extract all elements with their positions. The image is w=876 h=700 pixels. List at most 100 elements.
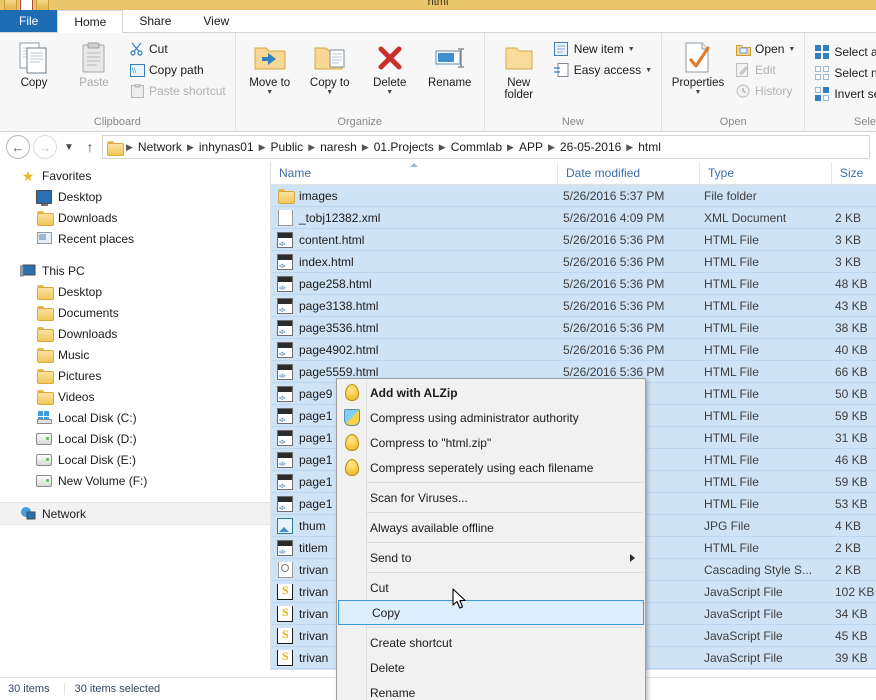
menu-item-delete[interactable]: Delete [337,655,645,680]
copy-path-button[interactable]: \\ Copy path [125,60,230,80]
chevron-down-icon[interactable]: ▼ [386,89,393,96]
column-header-size[interactable]: Size [832,162,876,184]
sidebar-item-local-disk-e[interactable]: Local Disk (E:) [0,449,270,470]
ribbon[interactable]: Copy Paste Cut \\ Copy path Paste shortc… [0,33,876,132]
sidebar-item-new-volume-f[interactable]: New Volume (F:) [0,470,270,491]
tab-file[interactable]: File [0,10,58,32]
cut-button[interactable]: Cut [125,39,230,59]
tab-share[interactable]: Share [123,10,187,32]
cell-type: JavaScript File [704,628,783,643]
sidebar-item-local-disk-d[interactable]: Local Disk (D:) [0,428,270,449]
nav-header-favorites[interactable]: ★ Favorites [0,165,270,186]
menu-item-scan-for-viruses[interactable]: Scan for Viruses... [337,485,645,510]
html-icon [277,539,293,556]
table-row[interactable]: images 5/26/2016 5:37 PM File folder [271,185,876,207]
copy-to-button[interactable]: Copy to ▼ [301,38,359,99]
back-button[interactable]: ← [6,135,30,159]
move-to-button[interactable]: Move to ▼ [241,38,299,99]
breadcrumb-item-naresh[interactable]: naresh [316,140,361,154]
menu-item-compress-using-administrator-authority[interactable]: Compress using administrator authority [337,405,645,430]
menu-item-copy[interactable]: Copy [338,600,644,625]
navigation-pane[interactable]: ★ Favorites Desktop Downloads Recent pla… [0,162,270,670]
sidebar-item-desktop[interactable]: Desktop [0,186,270,207]
table-row[interactable]: page4902.html 5/26/2016 5:36 PM HTML File 4… [271,339,876,361]
breadcrumb[interactable]: ▶ Network ▶ inhynas01 ▶ Public ▶ naresh … [102,135,870,159]
breadcrumb-item-html[interactable]: html [634,140,665,154]
menu-item-create-shortcut[interactable]: Create shortcut [337,630,645,655]
open-button[interactable]: Open ▼ [731,39,799,59]
up-button[interactable]: ↑ [81,136,99,158]
breadcrumb-item-network[interactable]: Network [134,140,186,154]
rename-button[interactable]: Rename [421,38,479,92]
easy-access-button[interactable]: Easy access ▼ [550,60,656,80]
menu-separator [367,627,643,628]
sidebar-item-network[interactable]: Network [0,502,270,525]
cell-name: page3536.html [271,319,555,336]
chevron-down-icon[interactable]: ▼ [266,89,273,96]
file-name: page1 [299,452,333,467]
menu-item-add-with-alzip[interactable]: Add with ALZip [337,380,645,405]
copy-button[interactable]: Copy [5,38,63,92]
cell-date-modified: 5/26/2016 5:37 PM [563,188,665,203]
address-bar[interactable]: ← → ▼ ↑ ▶ Network ▶ inhynas01 ▶ Public ▶… [0,132,876,162]
breadcrumb-item-date[interactable]: 26-05-2016 [556,140,625,154]
menu-item-compress-to-html-zip[interactable]: Compress to "html.zip" [337,430,645,455]
select-none-button[interactable]: Select none [810,63,876,83]
delete-button[interactable]: Delete ▼ [361,38,419,99]
context-menu[interactable]: Add with ALZip Compress using administrat… [336,378,646,700]
sidebar-item-downloads[interactable]: Downloads [0,207,270,228]
paste-shortcut-button[interactable]: Paste shortcut [125,81,230,101]
cell-type: HTML File [704,408,759,423]
nav-header-this-pc[interactable]: This PC [0,260,270,281]
tab-home[interactable]: Home [57,10,124,33]
chevron-down-icon[interactable]: ▼ [788,46,795,53]
tab-view[interactable]: View [187,10,245,32]
table-row[interactable]: page3536.html 5/26/2016 5:36 PM HTML File 3… [271,317,876,339]
sidebar-item-music[interactable]: Music [0,344,270,365]
paste-button[interactable]: Paste [65,38,123,92]
new-folder-button[interactable]: New folder [490,38,548,104]
breadcrumb-item-projects[interactable]: 01.Projects [370,140,438,154]
column-header-row[interactable]: Name Date modified Type Size [271,162,876,185]
menu-item-always-available-offline[interactable]: Always available offline [337,515,645,540]
column-header-date-modified[interactable]: Date modified [558,162,700,184]
open-label: Open [755,42,785,56]
properties-button[interactable]: Properties ▼ [667,38,729,99]
table-row[interactable]: index.html 5/26/2016 5:36 PM HTML File 3 KB [271,251,876,273]
scissors-icon [129,41,145,57]
breadcrumb-item-public[interactable]: Public [267,140,308,154]
table-row[interactable]: _tobj12382.xml 5/26/2016 4:09 PM XML Docum… [271,207,876,229]
chevron-down-icon[interactable]: ▼ [628,46,635,53]
column-header-type[interactable]: Type [700,162,832,184]
menu-item-compress-seperately-using-each-filename[interactable]: Compress seperately using each filename [337,455,645,480]
sidebar-item-desktop-pc[interactable]: Desktop [0,281,270,302]
recent-locations-button[interactable]: ▼ [60,136,78,158]
menu-item-rename[interactable]: Rename [337,680,645,700]
chevron-down-icon[interactable]: ▼ [326,89,333,96]
table-row[interactable]: content.html 5/26/2016 5:36 PM HTML File 3 … [271,229,876,251]
new-item-button[interactable]: New item ▼ [550,39,656,59]
forward-button[interactable]: → [33,135,57,159]
chevron-down-icon[interactable]: ▼ [695,89,702,96]
sidebar-item-pictures[interactable]: Pictures [0,365,270,386]
menu-item-send-to[interactable]: Send to [337,545,645,570]
column-header-name[interactable]: Name [271,162,558,184]
chevron-down-icon[interactable]: ▼ [645,67,652,74]
breadcrumb-item-commlab[interactable]: Commlab [447,140,506,154]
select-all-button[interactable]: Select all [810,42,876,62]
file-name: page1 [299,430,333,445]
history-button[interactable]: History [731,81,799,101]
sidebar-item-videos[interactable]: Videos [0,386,270,407]
ribbon-tabstrip[interactable]: File Home Share View [0,10,876,33]
breadcrumb-item-inhynas01[interactable]: inhynas01 [195,140,258,154]
sidebar-item-downloads-pc[interactable]: Downloads [0,323,270,344]
table-row[interactable]: page258.html 5/26/2016 5:36 PM HTML File 48… [271,273,876,295]
table-row[interactable]: page3138.html 5/26/2016 5:36 PM HTML File 4… [271,295,876,317]
sidebar-item-documents[interactable]: Documents [0,302,270,323]
menu-item-cut[interactable]: Cut [337,575,645,600]
sidebar-item-local-disk-c[interactable]: Local Disk (C:) [0,407,270,428]
edit-button[interactable]: Edit [731,60,799,80]
breadcrumb-item-app[interactable]: APP [515,140,547,154]
sidebar-item-recent-places[interactable]: Recent places [0,228,270,249]
invert-selection-button[interactable]: Invert selection [810,84,876,104]
